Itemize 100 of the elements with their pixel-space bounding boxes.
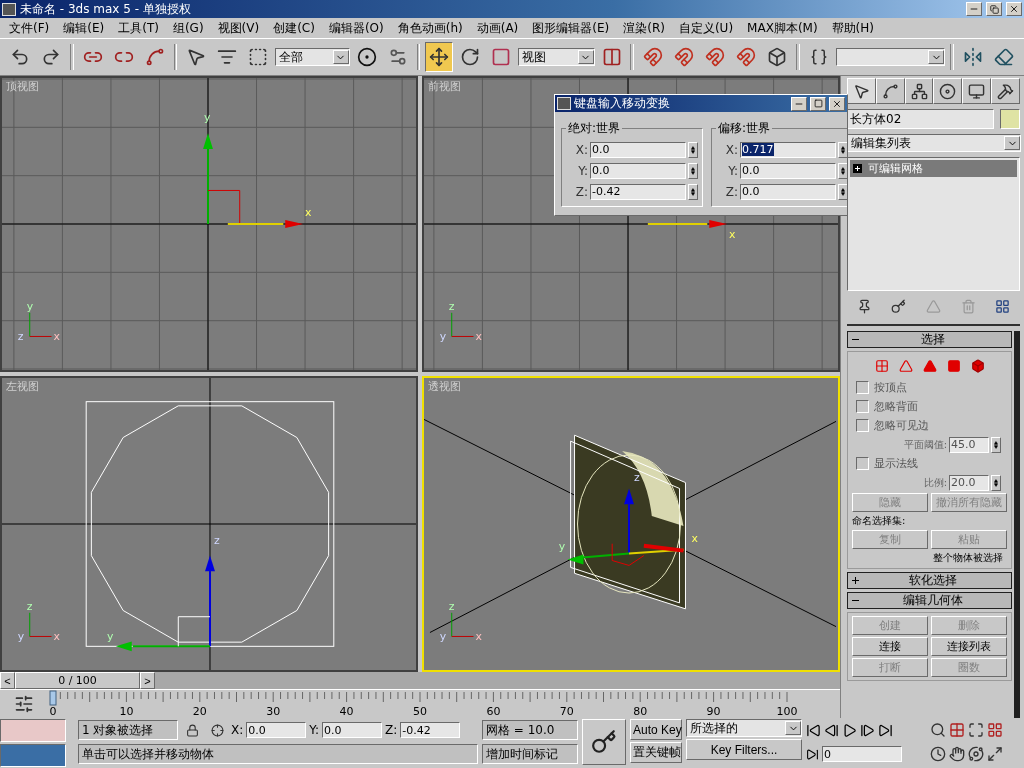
restore-button[interactable] [986, 2, 1002, 16]
key-icon [591, 729, 617, 755]
maximize-button[interactable] [810, 96, 826, 111]
rollout-header[interactable]: 编辑几何体 [847, 592, 1012, 609]
menu-item[interactable]: 编辑器(O) [321, 19, 391, 37]
key-mode-dropdown[interactable]: 所选择的 [686, 719, 802, 737]
menu-item[interactable]: 编辑(E) [56, 19, 112, 37]
face-icon [922, 359, 937, 373]
auto-key-button[interactable]: Auto Key [630, 719, 682, 740]
panel-tab[interactable] [962, 78, 992, 104]
key-filters-button[interactable]: Key Filters... [686, 739, 802, 760]
stack-item-label: 可编辑网格 [868, 161, 923, 176]
panel-button[interactable]: 连接 [852, 637, 928, 656]
menu-item[interactable]: 工具(T) [111, 19, 166, 37]
spinner-arrows[interactable] [838, 162, 847, 179]
close-button[interactable] [1006, 2, 1022, 16]
y-field[interactable]: 0.0 [322, 722, 383, 738]
menu-item[interactable]: 创建(C) [266, 19, 322, 37]
menu-item[interactable]: 图形编辑器(E) [525, 19, 617, 37]
crosshair-icon [210, 723, 224, 737]
panel-tab[interactable] [847, 78, 876, 104]
axis-label: X: [574, 142, 588, 157]
pin-icon [856, 298, 872, 314]
panel-button[interactable]: 连接列表 [931, 637, 1007, 656]
viewport[interactable]: z y z y x 左视图 [0, 376, 418, 672]
modifier-list-dropdown[interactable]: 编辑集列表 [847, 134, 1021, 152]
app-icon [557, 97, 571, 110]
spinner-arrows[interactable] [688, 162, 698, 179]
minimize-button[interactable] [966, 2, 982, 16]
menu-item[interactable]: 文件(F) [2, 19, 57, 37]
rollout-header[interactable]: 选择 [847, 331, 1012, 348]
previous-frame-button[interactable]: < [0, 672, 15, 689]
viewport[interactable]: z y x z y x 透视图 [422, 376, 840, 672]
menu-item[interactable]: 动画(A) [469, 19, 526, 37]
time-slider[interactable]: < 0 / 100 > [0, 672, 840, 690]
time-tag[interactable]: 增加时间标记 [482, 744, 578, 764]
spinner-arrows[interactable] [838, 141, 847, 158]
color-swatch[interactable] [0, 744, 66, 767]
move-gizmo[interactable]: x [646, 220, 736, 241]
number-field[interactable]: 0.0 [740, 162, 836, 179]
menu-item[interactable]: MAX脚本(M) [740, 19, 825, 37]
number-field[interactable]: 0.0 [590, 141, 686, 158]
number-field[interactable]: -0.42 [590, 183, 686, 200]
curve-icon [881, 82, 899, 100]
x-field[interactable]: 0.0 [246, 722, 307, 738]
checkbox[interactable] [856, 457, 869, 470]
panel-tab[interactable] [904, 78, 934, 104]
menu-item[interactable]: 组(G) [165, 19, 211, 37]
next-frame-button[interactable]: > [140, 672, 155, 689]
spinner-label: 比例: [923, 475, 947, 490]
set-key-mode-button[interactable]: 置关键帧 [630, 742, 682, 763]
spinner-arrows[interactable] [991, 436, 1001, 453]
group-title: 绝对:世界 [567, 120, 622, 137]
menu-item[interactable]: 视图(V) [210, 19, 267, 37]
menu-item[interactable]: 自定义(U) [671, 19, 741, 37]
number-field[interactable]: 0.717 [740, 141, 836, 158]
checkbox[interactable] [856, 381, 869, 394]
move-gizmo[interactable]: z y [107, 533, 220, 652]
tick-label: 80 [633, 705, 648, 718]
viewport[interactable]: y x y z x 顶视图 [0, 76, 418, 372]
dashed-square-icon [248, 47, 269, 67]
rollout-header[interactable]: 软化选择 [847, 572, 1012, 589]
panel-tab[interactable] [991, 78, 1020, 104]
object-name-field[interactable]: 长方体02 [847, 109, 994, 129]
menu-item[interactable]: 角色动画(h) [390, 19, 470, 37]
number-field[interactable]: 0.0 [590, 162, 686, 179]
move-gizmo[interactable]: y x [203, 111, 312, 228]
frame-field[interactable]: 0 [822, 746, 902, 762]
menu-item[interactable]: 帮助(H) [824, 19, 881, 37]
zoom-extents-all-icon [987, 722, 1003, 738]
spinner-arrows[interactable] [688, 183, 698, 200]
minimize-button[interactable] [791, 96, 807, 111]
object-color-swatch[interactable] [1000, 109, 1020, 129]
expand-icon[interactable] [853, 164, 862, 173]
stack-item[interactable]: 可编辑网格 [850, 160, 1017, 177]
color-swatch[interactable] [0, 719, 66, 742]
spinner-arrows[interactable] [991, 474, 1001, 491]
axis-label: X: [724, 142, 738, 157]
z-field[interactable]: -0.42 [400, 722, 461, 738]
frame-marker[interactable] [49, 690, 57, 706]
track-bar[interactable]: 0 10 20 30 40 50 60 70 80 90 100 [48, 690, 840, 718]
dialog-title: 键盘输入移动变换 [574, 95, 671, 112]
menu-item[interactable]: 渲染(R) [616, 19, 672, 37]
panel-tab[interactable] [875, 78, 905, 104]
tick-label: 100 [776, 705, 798, 718]
time-slider-thumb[interactable]: 0 / 100 [15, 672, 140, 689]
checkbox[interactable] [856, 419, 869, 432]
close-button[interactable] [829, 96, 845, 111]
checkbox[interactable] [856, 400, 869, 413]
selection-filter-dropdown[interactable]: 全部 [275, 48, 350, 66]
number-field[interactable]: 0.0 [740, 183, 836, 200]
cursor-icon [852, 82, 870, 100]
panel-tab[interactable] [933, 78, 963, 104]
set-key-button[interactable] [582, 719, 626, 765]
spinner-arrows[interactable] [838, 183, 847, 200]
move-gizmo[interactable]: z y x [558, 470, 698, 566]
named-selection-dropdown[interactable] [835, 48, 946, 66]
spinner-arrows[interactable] [688, 141, 698, 158]
coordinate-dropdown[interactable]: 视图 [518, 48, 595, 66]
move-tool-button[interactable] [425, 42, 454, 72]
